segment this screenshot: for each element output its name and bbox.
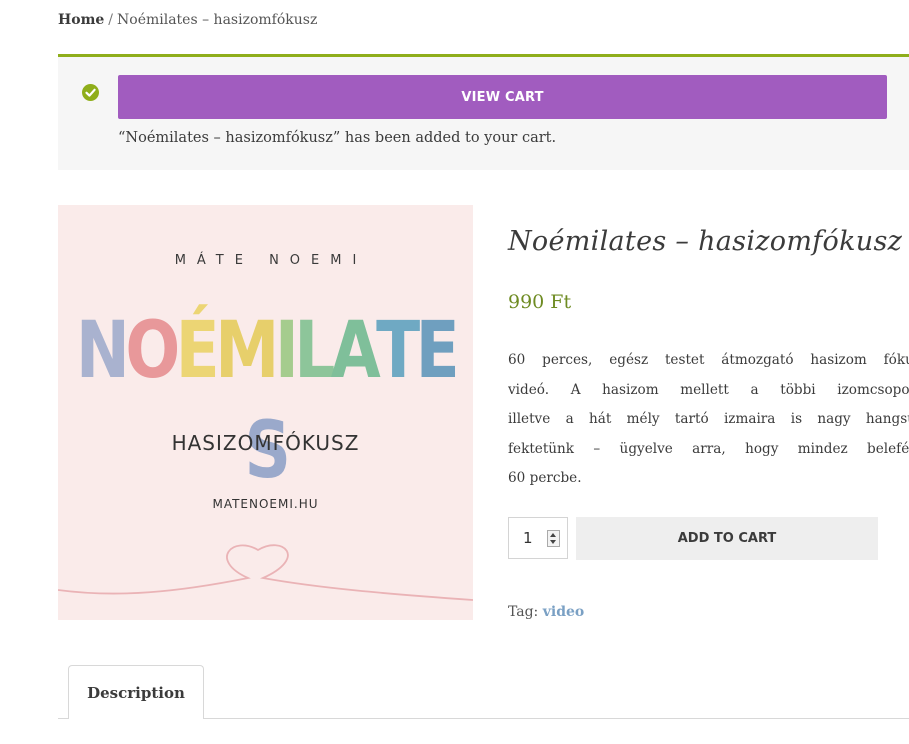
product-image-title-letter: T <box>376 306 420 396</box>
quantity-stepper[interactable] <box>547 530 560 547</box>
check-circle-icon <box>82 84 99 101</box>
product-price: 990 Ft <box>508 291 572 313</box>
cart-notice: VIEW CART “Noémilates – hasizomfókusz” h… <box>58 54 909 170</box>
description-line: fektetünk – ügyelve arra, hogy mindez be… <box>508 440 909 457</box>
quantity-value: 1 <box>523 529 533 547</box>
view-cart-button[interactable]: VIEW CART <box>118 75 887 119</box>
product-image-title-letter: I <box>274 306 299 396</box>
tag-label: Tag: <box>508 604 539 620</box>
tab-description[interactable]: Description <box>68 665 204 719</box>
product-short-description: 60 perces, egész testet átmozgató hasizo… <box>508 346 909 494</box>
product-image-title-letter: A <box>330 306 381 396</box>
description-line: illetve a hát mély tartó izmaira is nagy… <box>508 411 909 427</box>
description-line: 60 perces, egész testet átmozgató hasizo… <box>508 352 909 368</box>
heart-line-icon <box>58 544 473 601</box>
breadcrumb-current: Noémilates – hasizomfókusz <box>117 12 318 28</box>
product-image-title-letter: M <box>215 306 279 396</box>
quantity-input[interactable]: 1 <box>508 517 568 559</box>
product-image-subtitle: HASIZOMFÓKUSZ <box>171 431 360 455</box>
breadcrumb-home-link[interactable]: Home <box>58 12 104 28</box>
product-image-author: MÁTE NOEMI <box>174 253 368 268</box>
description-line: videó. A hasizom mellett a többi izomcso… <box>508 381 909 398</box>
product-title: Noémilates – hasizomfókusz <box>508 226 903 257</box>
description-line: 60 percbe. <box>508 470 582 486</box>
product-image[interactable]: MÁTE NOEMI NOÉMILATES HASIZOMFÓKUSZ MATE… <box>58 205 473 620</box>
product-image-title-letter: É <box>175 306 220 396</box>
product-tags: Tag: video <box>508 604 584 620</box>
breadcrumb-separator: / <box>108 12 114 28</box>
add-to-cart-button[interactable]: ADD TO CART <box>576 517 878 560</box>
product-image-title-letter: L <box>294 306 335 396</box>
cart-notice-message: “Noémilates – hasizomfókusz” has been ad… <box>118 130 557 146</box>
tag-link-video[interactable]: video <box>543 604 585 620</box>
breadcrumb: Home / Noémilates – hasizomfókusz <box>58 12 317 28</box>
chevron-up-icon[interactable] <box>550 533 556 537</box>
product-image-title-letter: O <box>125 306 180 396</box>
product-image-title-letter: N <box>75 306 130 396</box>
product-image-site: MATENOEMI.HU <box>212 497 319 511</box>
product-image-title: NOÉMILATES <box>75 301 460 501</box>
product-image-title-letter: E <box>415 306 460 396</box>
chevron-down-icon[interactable] <box>550 540 556 544</box>
